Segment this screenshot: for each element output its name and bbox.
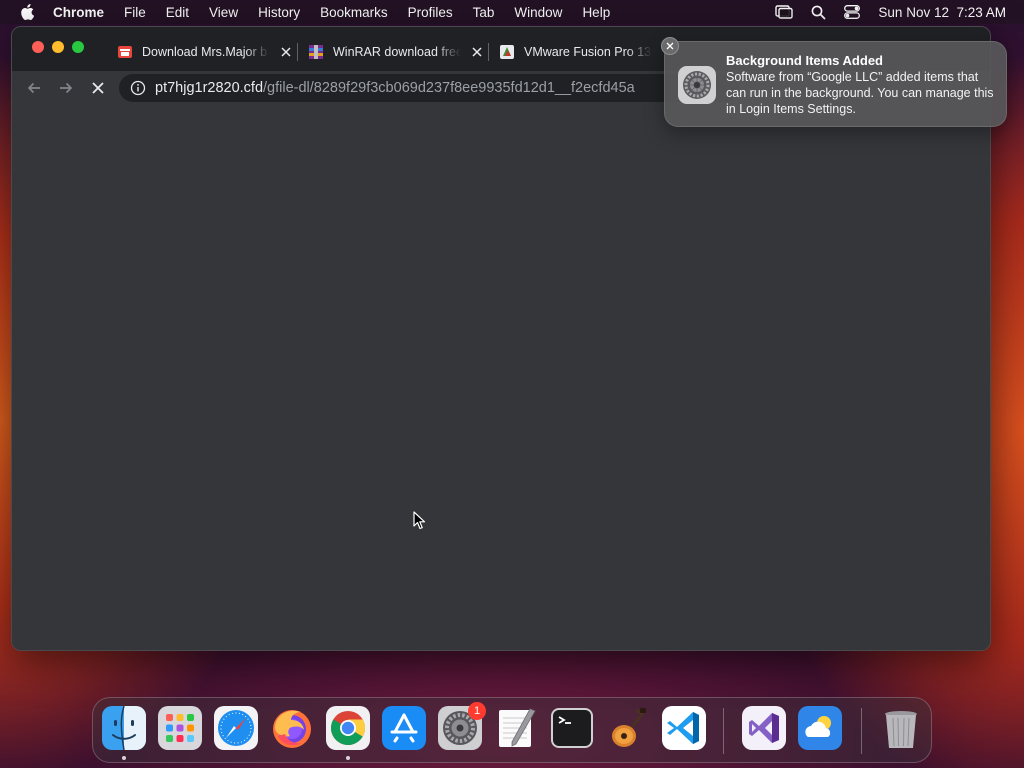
tab-title: WinRAR download free bbox=[333, 45, 461, 59]
page-content-blank[interactable] bbox=[12, 105, 990, 650]
dock-separator bbox=[861, 708, 862, 754]
dock-system-settings[interactable]: 1 bbox=[438, 702, 486, 750]
dock-app-store[interactable] bbox=[382, 706, 426, 750]
running-indicator bbox=[122, 756, 126, 760]
sourceforge-like-icon bbox=[118, 46, 132, 58]
back-arrow-icon bbox=[27, 82, 40, 94]
tab-title: Download Mrs.Major b bbox=[142, 45, 268, 59]
terminal-icon bbox=[551, 708, 593, 748]
menu-bar-clock[interactable]: Sun Nov 12 7:23 AM bbox=[878, 5, 1006, 20]
dock-separator bbox=[723, 708, 724, 754]
tab-separator bbox=[488, 43, 489, 61]
garageband-guitar-icon bbox=[612, 708, 646, 747]
notification-close-button[interactable] bbox=[661, 37, 679, 55]
visual-studio-icon bbox=[742, 706, 786, 750]
forward-arrow-icon bbox=[60, 82, 73, 94]
menu-bar-extras: Sun Nov 12 7:23 AM bbox=[775, 0, 1006, 24]
dock-safari[interactable] bbox=[214, 706, 258, 750]
dock: 1 bbox=[92, 697, 932, 763]
notification-body: Software from “Google LLC” added items t… bbox=[726, 70, 994, 116]
window-minimize-button[interactable] bbox=[52, 41, 64, 53]
dock-vscode[interactable] bbox=[662, 706, 706, 750]
winrar-icon bbox=[309, 45, 323, 59]
tab-vmware-fusion[interactable]: VMware Fusion Pro 13 bbox=[499, 35, 652, 69]
dock-terminal[interactable] bbox=[550, 706, 594, 750]
dock-textedit[interactable] bbox=[494, 706, 538, 750]
window-zoom-button[interactable] bbox=[72, 41, 84, 53]
dock-trash[interactable] bbox=[879, 706, 923, 750]
finder-icon bbox=[102, 706, 146, 750]
app-store-icon bbox=[382, 706, 426, 750]
menu-file[interactable]: File bbox=[124, 5, 146, 20]
control-center-icon[interactable] bbox=[844, 5, 861, 19]
chrome-icon bbox=[326, 706, 370, 750]
stop-x-icon bbox=[92, 82, 104, 94]
back-button[interactable] bbox=[22, 76, 46, 100]
menu-bar: Chrome File Edit View History Bookmarks … bbox=[0, 0, 1024, 24]
info-icon[interactable] bbox=[130, 80, 146, 96]
running-indicator bbox=[346, 756, 350, 760]
menu-history[interactable]: History bbox=[258, 5, 300, 20]
forward-button[interactable] bbox=[54, 76, 78, 100]
address-bar[interactable]: pt7hjg1r2820.cfd/gfile-dl/8289f29f3cb069… bbox=[119, 74, 739, 102]
trash-icon bbox=[885, 711, 917, 748]
background-items-notification[interactable]: Background Items Added Software from “Go… bbox=[661, 37, 1007, 127]
screen-mirroring-icon[interactable] bbox=[775, 5, 794, 19]
tab-close-icon[interactable] bbox=[469, 44, 485, 60]
mouse-cursor-icon bbox=[413, 511, 426, 530]
safari-icon bbox=[214, 706, 258, 750]
launchpad-icon bbox=[158, 706, 202, 750]
dock-launchpad[interactable] bbox=[158, 706, 202, 750]
menu-help[interactable]: Help bbox=[582, 5, 610, 20]
stop-loading-button[interactable] bbox=[86, 76, 110, 100]
tab-close-icon[interactable] bbox=[278, 44, 294, 60]
weather-icon bbox=[798, 706, 842, 750]
textedit-icon bbox=[499, 708, 536, 747]
menu-edit[interactable]: Edit bbox=[166, 5, 189, 20]
tab-title: VMware Fusion Pro 13 bbox=[524, 45, 652, 59]
dock-visual-studio[interactable] bbox=[742, 706, 786, 750]
vscode-icon bbox=[662, 706, 706, 750]
close-icon bbox=[666, 42, 674, 50]
dock-weather[interactable] bbox=[798, 706, 842, 750]
menu-tab[interactable]: Tab bbox=[473, 5, 495, 20]
tab-separator bbox=[297, 43, 298, 61]
firefox-icon bbox=[273, 710, 311, 748]
address-host: pt7hjg1r2820.cfd bbox=[155, 80, 264, 96]
tab-winrar-download[interactable]: WinRAR download free bbox=[308, 35, 485, 69]
dock-firefox[interactable] bbox=[270, 706, 314, 750]
notification-badge: 1 bbox=[468, 702, 486, 720]
dock-finder[interactable] bbox=[102, 706, 146, 750]
dock-chrome[interactable] bbox=[326, 706, 370, 750]
system-settings-icon bbox=[678, 66, 716, 104]
apple-menu-icon[interactable] bbox=[20, 4, 34, 20]
tab-download-mrs-major[interactable]: Download Mrs.Major b bbox=[117, 35, 294, 69]
notification-title: Background Items Added bbox=[726, 53, 883, 68]
dock-garageband[interactable] bbox=[606, 706, 650, 750]
menu-bookmarks[interactable]: Bookmarks bbox=[320, 5, 388, 20]
menu-profiles[interactable]: Profiles bbox=[408, 5, 453, 20]
address-path: /gfile-dl/8289f29f3cb069d237f8ee9935fd12… bbox=[263, 80, 635, 96]
menu-app-name[interactable]: Chrome bbox=[53, 5, 104, 20]
vmware-icon bbox=[500, 45, 514, 59]
menu-view[interactable]: View bbox=[209, 5, 238, 20]
address-url: pt7hjg1r2820.cfd/gfile-dl/8289f29f3cb069… bbox=[155, 80, 635, 96]
spotlight-search-icon[interactable] bbox=[811, 5, 826, 20]
menu-window[interactable]: Window bbox=[514, 5, 562, 20]
window-close-button[interactable] bbox=[32, 41, 44, 53]
